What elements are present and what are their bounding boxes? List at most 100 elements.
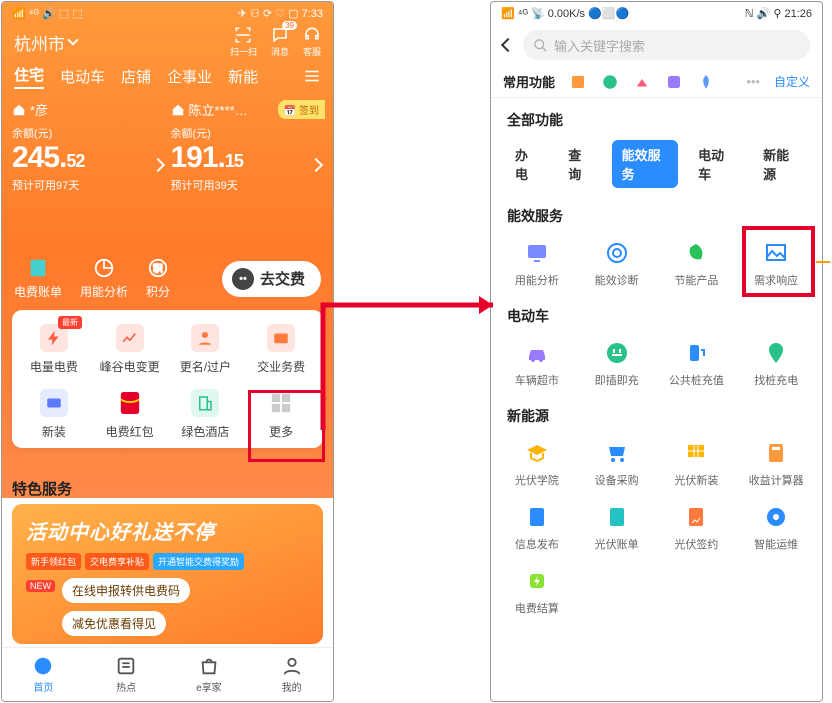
ri-znyw[interactable]: 智能运维 <box>736 504 816 552</box>
piechart-icon <box>93 257 115 279</box>
news-icon <box>115 655 137 677</box>
scan-icon <box>234 26 252 44</box>
chevron-down-icon <box>67 34 78 45</box>
grid-item-newinstall[interactable]: 新装 <box>16 389 92 440</box>
grid-item-dldf[interactable]: 最新电量电费 <box>16 324 92 375</box>
ri-gfxy[interactable]: 光伏学院 <box>497 440 577 488</box>
nav-eshare[interactable]: e享家 <box>168 648 251 701</box>
special-title: 特色服务 <box>12 478 72 499</box>
nav-hot[interactable]: 热点 <box>85 648 168 701</box>
freq-icon-2[interactable] <box>601 73 619 91</box>
pin-icon <box>764 341 788 365</box>
status-right: ℕ 🔊 ⚲ 21:26 <box>745 7 812 20</box>
ri-ynfx[interactable]: 用能分析 <box>497 240 577 288</box>
bill-icon <box>605 505 629 529</box>
freq-icon-1[interactable] <box>569 73 587 91</box>
illustration <box>2 201 333 257</box>
ri-zzcd[interactable]: 找桩充电 <box>736 340 816 388</box>
account-card-2[interactable]: 📅 签到 陈立****… 余额(元) 191.15 预计可用39天 <box>171 100 324 193</box>
station-icon <box>684 341 708 365</box>
headset-icon <box>303 26 321 44</box>
badge-count: 39 <box>282 21 297 30</box>
grid-item-greenhotel[interactable]: 绿色酒店 <box>168 389 244 440</box>
freq-icon-3[interactable] <box>633 73 651 91</box>
tab-ev[interactable]: 电动车 <box>60 66 105 87</box>
quick-points[interactable]: 积 积分 <box>146 257 170 300</box>
promo-bubble-2: 减免优惠看得见 <box>62 611 166 636</box>
grid-item-redpacket[interactable]: 电费红包 <box>92 389 168 440</box>
panel-icon <box>684 441 708 465</box>
quick-bill[interactable]: 电费账单 <box>14 257 62 300</box>
card-icon <box>45 394 63 412</box>
pay-button[interactable]: •• 去交费 <box>222 261 321 297</box>
section-title-nx: 能效服务 <box>491 194 822 230</box>
user-icon <box>196 329 214 347</box>
grid-ev: 车辆超市 即插即充 公共桩充值 找桩充电 <box>491 330 822 394</box>
bottom-nav: 首页 热点 e享家 我的 <box>2 647 333 701</box>
status-left: 📶 ⁴ᴳ 📡 0.00K/s 🔵⬜🔵 <box>501 7 629 20</box>
status-right: ✈ ⚇ ⟳ ♡ ▢ 7:33 <box>238 7 323 20</box>
status-bar: 📶 ⁴ᴳ 📡 0.00K/s 🔵⬜🔵 ℕ 🔊 ⚲ 21:26 <box>491 2 822 24</box>
home-icon <box>12 103 26 117</box>
ri-gfzd[interactable]: 光伏账单 <box>577 504 657 552</box>
tab-nengxiao[interactable]: 能效服务 <box>612 140 679 188</box>
tab-newenergy[interactable]: 新能 <box>228 66 258 87</box>
city-selector[interactable]: 杭州市 <box>14 30 77 55</box>
scan-button[interactable]: 扫一扫 <box>230 26 257 58</box>
grid-item-fgd[interactable]: 峰谷电变更 <box>92 324 168 375</box>
monitor-icon <box>525 241 549 265</box>
freq-icon-4[interactable] <box>665 73 683 91</box>
nav-mine[interactable]: 我的 <box>250 648 333 701</box>
promo-bubble-1: NEW在线申报转供电费码 <box>62 578 190 603</box>
coin-icon: 积 <box>147 257 169 279</box>
ri-jncp[interactable]: 节能产品 <box>657 240 737 288</box>
ri-clcs[interactable]: 车辆超市 <box>497 340 577 388</box>
back-button[interactable] <box>501 38 515 52</box>
freq-icon-5[interactable] <box>697 73 715 91</box>
car-icon <box>525 341 549 365</box>
tab-query[interactable]: 查询 <box>558 140 601 188</box>
ri-jcjc[interactable]: 即插即充 <box>577 340 657 388</box>
promo-pills: 新手领红包 交电费享补贴 开通智能交费得奖励 <box>26 553 309 570</box>
section-title-ne: 新能源 <box>491 394 822 430</box>
ri-sbcg[interactable]: 设备采购 <box>577 440 657 488</box>
frequent-row: 常用功能 ••• 自定义 <box>491 66 822 98</box>
ri-gfqy[interactable]: 光伏签约 <box>657 504 737 552</box>
gear-icon <box>764 505 788 529</box>
grid-item-rename[interactable]: 更名/过户 <box>168 324 244 375</box>
customize-link[interactable]: 自定义 <box>774 73 810 90</box>
phone-right: 📶 ⁴ᴳ 📡 0.00K/s 🔵⬜🔵 ℕ 🔊 ⚲ 21:26 输入关键字搜索 常… <box>490 1 823 702</box>
account-card-1[interactable]: *彦 余额(元) 245.52 预计可用97天 <box>12 100 165 193</box>
robot-face-icon: •• <box>232 268 254 290</box>
ri-gfxz[interactable]: 光伏新装 <box>657 440 737 488</box>
tab-shop[interactable]: 店铺 <box>121 66 151 87</box>
quick-usage[interactable]: 用能分析 <box>80 257 128 300</box>
tab-home[interactable]: 住宅 <box>14 64 44 89</box>
promo-banner[interactable]: 活动中心好礼送不停 新手领红包 交电费享补贴 开通智能交费得奖励 NEW在线申报… <box>12 504 323 644</box>
contract-icon <box>684 505 708 529</box>
ri-syjsq[interactable]: 收益计算器 <box>736 440 816 488</box>
search-icon <box>533 38 548 53</box>
tab-enterprise[interactable]: 企事业 <box>167 66 212 87</box>
target-icon <box>605 241 629 265</box>
nav-home[interactable]: 首页 <box>2 648 85 701</box>
section-title-ev: 电动车 <box>491 294 822 330</box>
signin-badge[interactable]: 📅 签到 <box>278 100 325 119</box>
menu-icon[interactable] <box>303 67 321 85</box>
ri-ggz[interactable]: 公共桩充值 <box>657 340 737 388</box>
support-button[interactable]: 客服 <box>303 26 321 58</box>
ri-xxfb[interactable]: 信息发布 <box>497 504 577 552</box>
leaf-icon <box>684 241 708 265</box>
highlight-xqxy <box>742 226 815 297</box>
ri-nxzd[interactable]: 能效诊断 <box>577 240 657 288</box>
tab-bandian[interactable]: 办电 <box>505 140 548 188</box>
tab-newenergy[interactable]: 新能源 <box>753 140 808 188</box>
orange-connector <box>816 261 830 263</box>
search-input[interactable]: 输入关键字搜索 <box>523 30 810 60</box>
globe-icon <box>32 655 54 677</box>
ri-dfjs[interactable]: 电费结算 <box>497 568 577 616</box>
messages-button[interactable]: 39 消息 <box>271 26 289 58</box>
tab-ev[interactable]: 电动车 <box>688 140 743 188</box>
grid-item-bizfee[interactable]: 交业务费 <box>243 324 319 375</box>
bolt-icon <box>45 329 63 347</box>
